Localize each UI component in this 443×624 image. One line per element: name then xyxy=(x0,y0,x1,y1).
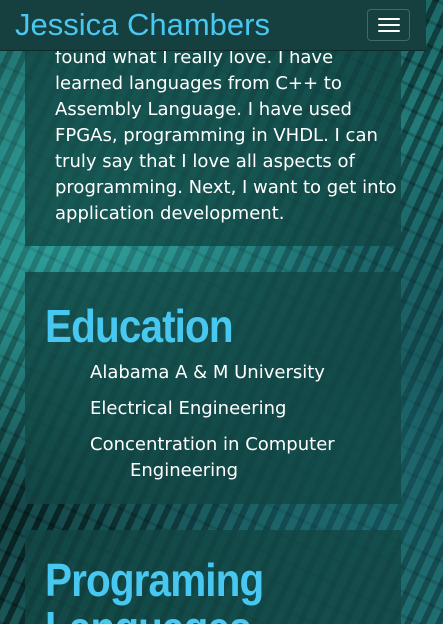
education-list: Alabama A & M University Electrical Engi… xyxy=(90,360,390,494)
hamburger-menu-icon xyxy=(377,30,400,32)
about-panel: found what I really love. I have learned… xyxy=(25,20,401,246)
menu-toggle-button[interactable] xyxy=(367,9,410,41)
education-item-university: Alabama A & M University xyxy=(90,362,325,383)
programming-languages-title: Programing Languages xyxy=(45,554,264,624)
education-panel: Education Alabama A & M University Elect… xyxy=(25,272,401,504)
programming-languages-panel: Programing Languages xyxy=(25,530,401,624)
education-item-major: Electrical Engineering xyxy=(90,398,287,419)
brand-link[interactable]: Jessica Chambers xyxy=(15,6,270,44)
education-item-concentration: Concentration in Computer Engineering xyxy=(90,434,335,481)
hamburger-menu-icon xyxy=(377,18,400,20)
navbar: Jessica Chambers xyxy=(0,0,426,51)
about-text: found what I really love. I have learned… xyxy=(55,47,397,224)
education-title: Education xyxy=(45,300,234,352)
hamburger-menu-icon xyxy=(377,24,400,26)
